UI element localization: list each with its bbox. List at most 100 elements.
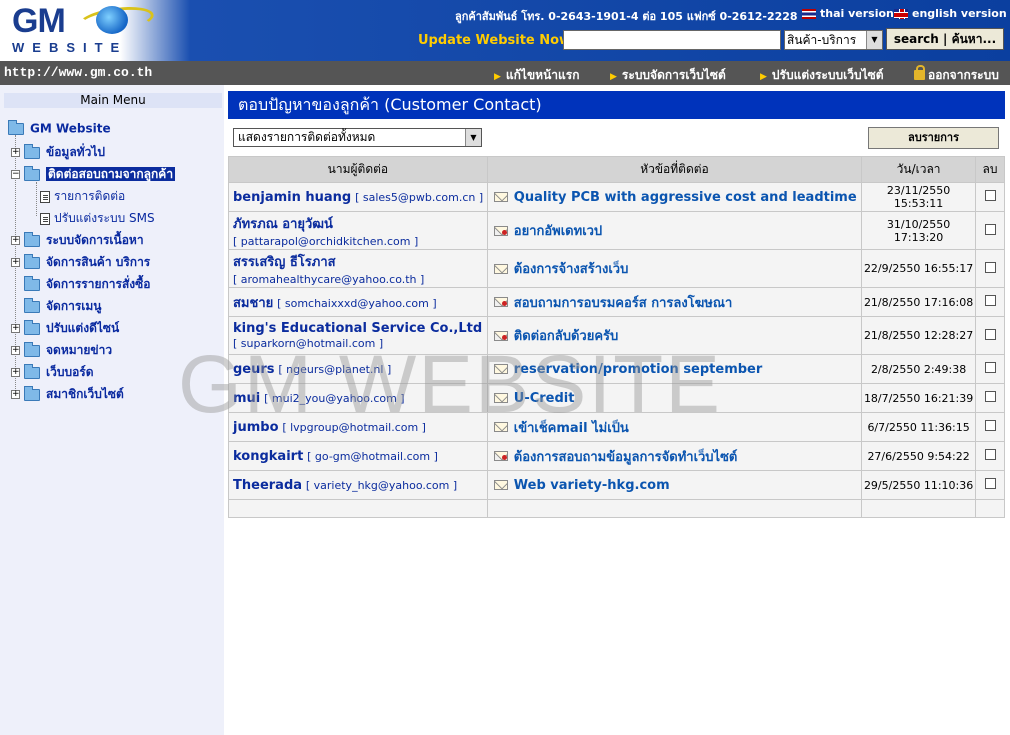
contact-name[interactable]: mui [233, 391, 260, 406]
search-category-select[interactable]: สินค้า-บริการ ▼ [784, 30, 883, 50]
nav-logout[interactable]: ออกจากระบบ [914, 65, 999, 85]
document-icon [40, 190, 50, 203]
sidebar-item-members[interactable]: + สมาชิกเว็บไซต์ [11, 385, 124, 404]
nav-edit-home[interactable]: ▶ แก้ไขหน้าแรก [494, 66, 579, 85]
contact-name[interactable]: king's Educational Service Co.,Ltd [233, 321, 482, 336]
contact-email[interactable]: [ ngeurs@planet.nl ] [278, 363, 391, 376]
search-category-value: สินค้า-บริการ [787, 33, 857, 47]
sidebar-item-label: สมาชิกเว็บไซต์ [46, 387, 124, 401]
sidebar-subitem-contact-list[interactable]: รายการติดต่อ [40, 187, 125, 206]
contact-email[interactable]: [ variety_hkg@yahoo.com ] [306, 479, 457, 492]
mail-icon [493, 263, 508, 274]
nav-site-settings[interactable]: ▶ ปรับแต่งระบบเว็บไซต์ [760, 66, 884, 85]
contact-email[interactable]: [ go-gm@hotmail.com ] [307, 450, 438, 463]
contact-name-cell: benjamin huang [ sales5@pwb.com.cn ] [228, 182, 488, 212]
subject-link[interactable]: ติดต่อกลับด้วยครับ [514, 329, 619, 344]
empty-cell [975, 499, 1005, 518]
expand-icon: + [11, 345, 20, 355]
delete-checkbox[interactable] [984, 391, 996, 402]
contact-filter-select[interactable]: แสดงรายการติดต่อทั้งหมด ▼ [233, 128, 482, 147]
folder-icon [24, 231, 40, 247]
contact-email[interactable]: [ lvpgroup@hotmail.com ] [282, 421, 426, 434]
delete-checkbox[interactable] [984, 420, 996, 431]
sidebar-item-label: จัดการสินค้า บริการ [46, 255, 151, 269]
delete-checkbox[interactable] [984, 328, 996, 340]
sidebar-item-label: ปรับแต่งดีไซน์ [46, 321, 120, 335]
contact-name[interactable]: ภัทรภณ อายุวัฒน์ [233, 217, 333, 232]
contact-email[interactable]: [ sales5@pwb.com.cn ] [355, 191, 483, 204]
contact-name[interactable]: jumbo [233, 420, 279, 435]
subject-link[interactable]: สอบถามการอบรมคอร์ส การลงโฆษณา [514, 296, 732, 311]
contact-name-cell: ภัทรภณ อายุวัฒน์ [ pattarapol@orchidkitch… [228, 211, 488, 250]
contact-name[interactable]: geurs [233, 362, 275, 377]
expand-icon: + [11, 323, 20, 333]
datetime-cell: 23/11/2550 15:53:11 [861, 182, 977, 212]
subject-link[interactable]: Web variety-hkg.com [514, 478, 670, 493]
contact-email[interactable]: [ suparkorn@hotmail.com ] [233, 337, 383, 350]
contact-name[interactable]: สรรเสริญ ธีโรภาส [233, 255, 336, 270]
subject-link[interactable]: U-Credit [514, 391, 575, 406]
expand-icon: + [11, 389, 20, 399]
delete-items-button[interactable]: ลบรายการ [868, 127, 999, 149]
sidebar-item-newsletter[interactable]: + จดหมายข่าว [11, 341, 112, 360]
sidebar-item-orders[interactable]: จัดการรายการสั่งซื้อ [24, 275, 150, 294]
sidebar-item-products[interactable]: + จัดการสินค้า บริการ [11, 253, 150, 272]
datetime-cell: 18/7/2550 16:21:39 [861, 383, 977, 413]
contact-name[interactable]: benjamin huang [233, 190, 351, 205]
sidebar-item-customer-contact[interactable]: − ติดต่อสอบถามจากลูกค้า [11, 165, 176, 184]
delete-checkbox[interactable] [984, 362, 996, 373]
delete-checkbox[interactable] [984, 295, 996, 306]
sidebar-item-general-info[interactable]: + ข้อมูลทั่วไป [11, 143, 105, 162]
sidebar-item-webboard[interactable]: + เว็บบอร์ด [11, 363, 94, 382]
contact-name[interactable]: สมชาย [233, 296, 273, 311]
subject-link[interactable]: reservation/promotion september [514, 362, 763, 377]
column-header-datetime[interactable]: วัน/เวลา [861, 156, 977, 183]
subject-link[interactable]: ต้องการจ้างสร้างเว็บ [514, 262, 629, 277]
sidebar-item-design[interactable]: + ปรับแต่งดีไซน์ [11, 319, 119, 338]
lock-icon [914, 65, 925, 80]
column-header-name[interactable]: นามผู้ติดต่อ [228, 156, 488, 183]
thai-version-link[interactable]: thai version [802, 7, 894, 20]
delete-checkbox[interactable] [984, 261, 996, 273]
tree-root[interactable]: GM Website [8, 119, 111, 136]
subject-cell: Quality PCB with aggressive cost and lea… [486, 182, 863, 212]
table-row: geurs [ ngeurs@planet.nl ] reservation/pr… [228, 354, 1005, 384]
search-input[interactable] [563, 30, 781, 50]
delete-cell [975, 249, 1005, 288]
delete-checkbox[interactable] [984, 190, 996, 201]
contact-email[interactable]: [ mui2_you@yahoo.com ] [264, 392, 405, 405]
contact-email[interactable]: [ somchaixxxd@yahoo.com ] [277, 297, 437, 310]
english-version-link[interactable]: english version [894, 7, 1007, 20]
delete-checkbox[interactable] [984, 478, 996, 489]
delete-cell [975, 441, 1005, 471]
subject-link[interactable]: อยากอัพเดทเวป [514, 224, 602, 239]
search-button[interactable]: search | ค้นหา... [886, 28, 1004, 50]
subject-cell: ติดต่อกลับด้วยครับ [486, 316, 863, 355]
thai-flag-icon [802, 9, 816, 19]
column-header-subject[interactable]: หัวข้อที่ติดต่อ [486, 156, 863, 183]
chevron-down-icon: ▼ [465, 129, 481, 146]
delete-checkbox[interactable] [984, 223, 996, 235]
contact-name-cell: สรรเสริญ ธีโรภาส [ aromahealthycare@yahoo… [228, 249, 488, 288]
nav-site-management[interactable]: ▶ ระบบจัดการเว็บไซต์ [610, 66, 726, 85]
contact-email[interactable]: [ aromahealthycare@yahoo.co.th ] [233, 273, 424, 286]
contact-email[interactable]: [ pattarapol@orchidkitchen.com ] [233, 235, 418, 248]
folder-icon [24, 363, 40, 379]
mail-icon [493, 422, 508, 432]
contact-name[interactable]: Theerada [233, 478, 302, 493]
gm-logo[interactable]: GM WEBSITE [8, 2, 158, 58]
sidebar-item-label: จัดการรายการสั่งซื้อ [46, 277, 151, 291]
update-website-label[interactable]: Update Website Now! [418, 33, 577, 48]
contact-name[interactable]: kongkairt [233, 449, 303, 464]
sidebar-item-menu[interactable]: จัดการเมนู [24, 297, 102, 316]
subject-link[interactable]: Quality PCB with aggressive cost and lea… [514, 190, 857, 205]
thai-version-label: thai version [820, 7, 894, 20]
table-row: mui [ mui2_you@yahoo.com ] U-Credit 18/7/2… [228, 383, 1005, 413]
sidebar-subitem-sms-settings[interactable]: ปรับแต่งระบบ SMS [40, 209, 155, 228]
contact-info: ลูกค้าสัมพันธ์ โทร. 0-2643-1901-4 ต่อ 10… [455, 10, 798, 23]
subject-link[interactable]: ต้องการสอบถามข้อมูลการจัดทำเว็บไซต์ [514, 450, 738, 465]
subject-link[interactable]: เข้าเช็คmail ไม่เป็น [514, 421, 629, 436]
delete-checkbox[interactable] [984, 449, 996, 460]
sidebar-item-content-management[interactable]: + ระบบจัดการเนื้อหา [11, 231, 144, 250]
folder-icon [8, 119, 24, 135]
